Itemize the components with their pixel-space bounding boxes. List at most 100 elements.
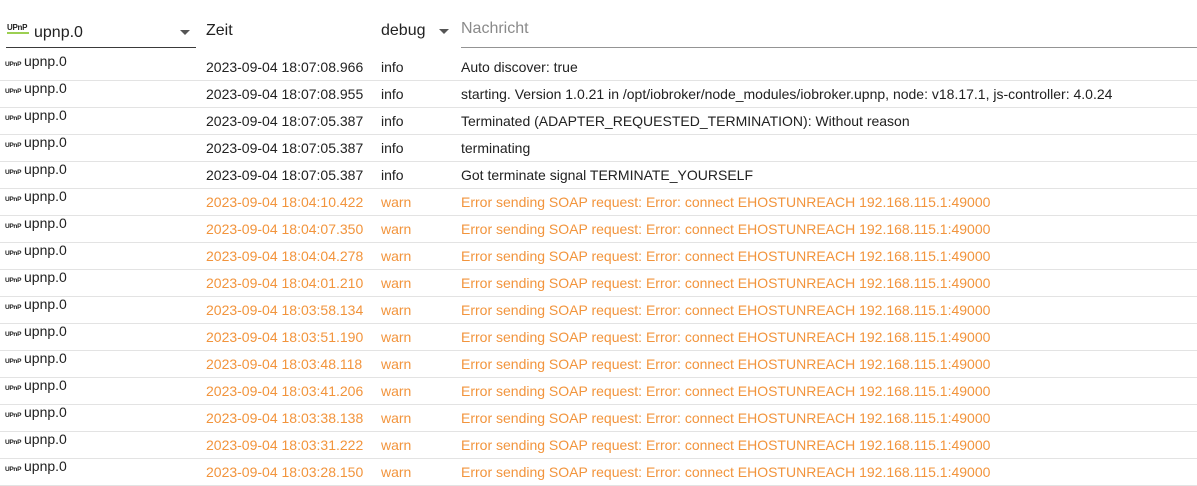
log-source: upnp.0 (24, 323, 67, 339)
log-message: Error sending SOAP request: Error: conne… (461, 194, 991, 210)
log-level: warn (381, 410, 412, 426)
message-filter-input[interactable] (461, 20, 1197, 38)
log-row: UPnP upnp.0 2023-09-04 18:03:38.138 warn Err… (0, 404, 1197, 432)
chevron-down-icon (439, 29, 449, 34)
log-source: upnp.0 (24, 80, 67, 96)
log-message: Terminated (ADAPTER_REQUESTED_TERMINATIO… (461, 113, 910, 129)
time-column-header: Zeit (206, 22, 233, 39)
upnp-icon: UPnP (5, 169, 22, 176)
upnp-icon: UPnP (5, 142, 22, 149)
level-filter-value: debug (381, 22, 426, 39)
log-row: UPnP upnp.0 2023-09-04 18:07:08.966 info Aut… (0, 53, 1197, 81)
log-source: upnp.0 (24, 53, 67, 69)
log-time: 2023-09-04 18:03:48.118 (206, 356, 363, 372)
log-level: warn (381, 464, 412, 480)
log-row: UPnP upnp.0 2023-09-04 18:03:58.134 warn Err… (0, 296, 1197, 324)
log-message: Auto discover: true (461, 59, 578, 75)
log-row: UPnP upnp.0 2023-09-04 18:04:01.210 warn Err… (0, 269, 1197, 297)
log-row: UPnP upnp.0 2023-09-04 18:07:08.955 info sta… (0, 80, 1197, 108)
log-time: 2023-09-04 18:04:07.350 (206, 221, 364, 237)
log-source: upnp.0 (24, 107, 67, 123)
log-time: 2023-09-04 18:03:51.190 (206, 329, 364, 345)
log-message: Error sending SOAP request: Error: conne… (461, 356, 991, 372)
log-time: 2023-09-04 18:04:10.422 (206, 194, 364, 210)
log-level: warn (381, 302, 412, 318)
log-row: UPnP upnp.0 2023-09-04 18:07:05.387 info ter… (0, 134, 1197, 162)
log-message: Error sending SOAP request: Error: conne… (461, 410, 991, 426)
log-source: upnp.0 (24, 296, 67, 312)
upnp-logo-icon: UPnP (7, 23, 29, 34)
message-filter[interactable] (461, 12, 1197, 48)
log-level: warn (381, 194, 412, 210)
log-level: info (381, 140, 404, 156)
log-source: upnp.0 (24, 404, 67, 420)
log-row: UPnP upnp.0 2023-09-04 18:03:28.150 warn Err… (0, 458, 1197, 486)
log-message: starting. Version 1.0.21 in /opt/iobroke… (461, 86, 1113, 102)
log-message: Error sending SOAP request: Error: conne… (461, 302, 991, 318)
log-row: UPnP upnp.0 2023-09-04 18:07:05.387 info Ter… (0, 107, 1197, 135)
log-time: 2023-09-04 18:07:08.966 (206, 59, 364, 75)
source-filter-select[interactable]: UPnP upnp.0 (6, 12, 196, 48)
log-message: Error sending SOAP request: Error: conne… (461, 248, 991, 264)
log-level: info (381, 167, 404, 183)
upnp-icon: UPnP (5, 115, 22, 122)
log-source: upnp.0 (24, 134, 67, 150)
log-level: warn (381, 275, 412, 291)
upnp-icon: UPnP (5, 61, 22, 68)
upnp-icon: UPnP (5, 250, 22, 257)
log-row: UPnP upnp.0 2023-09-04 18:03:31.222 warn Err… (0, 431, 1197, 459)
upnp-icon: UPnP (5, 439, 22, 446)
log-message: Error sending SOAP request: Error: conne… (461, 221, 991, 237)
chevron-down-icon (180, 30, 190, 35)
log-level: warn (381, 248, 412, 264)
log-source: upnp.0 (24, 350, 67, 366)
log-level: warn (381, 437, 412, 453)
upnp-icon: UPnP (5, 196, 22, 203)
log-message: Got terminate signal TERMINATE_YOURSELF (461, 167, 754, 183)
log-header: UPnP upnp.0 Zeit debug (0, 0, 1197, 56)
log-time: 2023-09-04 18:03:28.150 (206, 464, 364, 480)
log-row: UPnP upnp.0 2023-09-04 18:03:51.190 warn Err… (0, 323, 1197, 351)
log-source: upnp.0 (24, 215, 67, 231)
log-source: upnp.0 (24, 269, 67, 285)
log-message: terminating (461, 140, 531, 156)
log-source: upnp.0 (24, 377, 67, 393)
log-time: 2023-09-04 18:04:04.278 (206, 248, 364, 264)
log-message: Error sending SOAP request: Error: conne… (461, 437, 991, 453)
log-source: upnp.0 (24, 431, 67, 447)
log-row: UPnP upnp.0 2023-09-04 18:04:07.350 warn Err… (0, 215, 1197, 243)
upnp-icon: UPnP (5, 412, 22, 419)
log-time: 2023-09-04 18:03:38.138 (206, 410, 364, 426)
log-time: 2023-09-04 18:07:08.955 (206, 86, 364, 102)
log-row: UPnP upnp.0 2023-09-04 18:04:10.422 warn Err… (0, 188, 1197, 216)
upnp-icon: UPnP (5, 385, 22, 392)
log-time: 2023-09-04 18:07:05.387 (206, 113, 364, 129)
upnp-icon: UPnP (5, 277, 22, 284)
log-time: 2023-09-04 18:07:05.387 (206, 167, 364, 183)
level-filter-select[interactable]: debug (381, 12, 453, 44)
log-source: upnp.0 (24, 242, 67, 258)
source-filter-value: upnp.0 (34, 24, 83, 41)
log-source: upnp.0 (24, 188, 67, 204)
log-source: upnp.0 (24, 161, 67, 177)
log-level: warn (381, 356, 412, 372)
log-time: 2023-09-04 18:03:31.222 (206, 437, 364, 453)
log-message: Error sending SOAP request: Error: conne… (461, 329, 991, 345)
log-message: Error sending SOAP request: Error: conne… (461, 464, 991, 480)
log-level: warn (381, 221, 412, 237)
log-level: warn (381, 329, 412, 345)
log-level: info (381, 59, 404, 75)
log-level: info (381, 113, 404, 129)
upnp-icon: UPnP (5, 331, 22, 338)
log-row: UPnP upnp.0 2023-09-04 18:04:04.278 warn Err… (0, 242, 1197, 270)
log-time: 2023-09-04 18:04:01.210 (206, 275, 364, 291)
upnp-icon: UPnP (5, 304, 22, 311)
log-time: 2023-09-04 18:03:58.134 (206, 302, 364, 318)
upnp-icon: UPnP (5, 466, 22, 473)
log-message: Error sending SOAP request: Error: conne… (461, 383, 991, 399)
log-time: 2023-09-04 18:07:05.387 (206, 140, 364, 156)
log-row: UPnP upnp.0 2023-09-04 18:03:48.118 warn Err… (0, 350, 1197, 378)
log-source: upnp.0 (24, 458, 67, 474)
log-row: UPnP upnp.0 2023-09-04 18:03:41.206 warn Err… (0, 377, 1197, 405)
log-level: warn (381, 383, 412, 399)
